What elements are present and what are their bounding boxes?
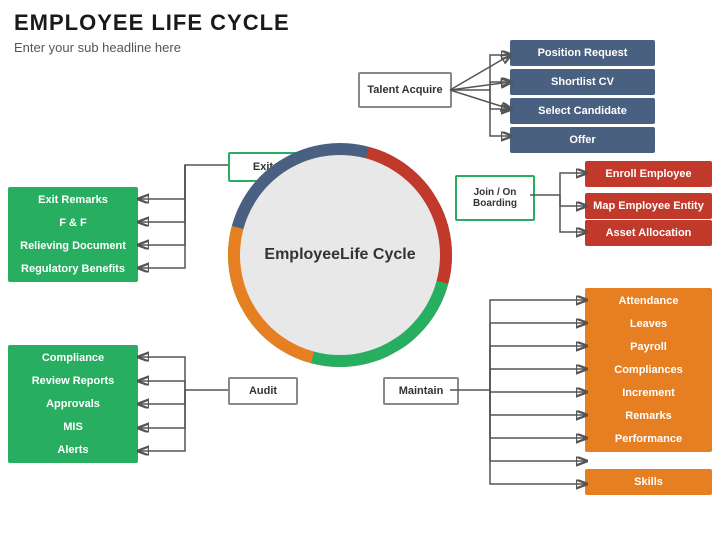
offer-box: Offer bbox=[510, 127, 655, 153]
select-candidate-box: Select Candidate bbox=[510, 98, 655, 124]
page-subtitle: Enter your sub headline here bbox=[14, 40, 181, 55]
join-boarding-box: Join / On Boarding bbox=[455, 175, 535, 221]
performance-box: Performance bbox=[585, 426, 712, 452]
position-request-box: Position Request bbox=[510, 40, 655, 66]
regulatory-benefits-box: Regulatory Benefits bbox=[8, 256, 138, 282]
center-text-line1: Employee bbox=[264, 246, 340, 264]
shortlist-cv-box: Shortlist CV bbox=[510, 69, 655, 95]
asset-allocation-box: Asset Allocation bbox=[585, 220, 712, 246]
center-text-line2: Life Cycle bbox=[340, 246, 416, 264]
center-circle: Employee Life Cycle bbox=[240, 155, 440, 355]
alerts-box: Alerts bbox=[8, 437, 138, 463]
talent-acquire-box: Talent Acquire bbox=[358, 72, 452, 108]
map-employee-entity-box: Map Employee Entity bbox=[585, 193, 712, 219]
enroll-employee-box: Enroll Employee bbox=[585, 161, 712, 187]
skills-box: Skills bbox=[585, 469, 712, 495]
page-title: EMPLOYEE LIFE CYCLE bbox=[14, 10, 290, 36]
maintain-box: Maintain bbox=[383, 377, 459, 405]
audit-box: Audit bbox=[228, 377, 298, 405]
